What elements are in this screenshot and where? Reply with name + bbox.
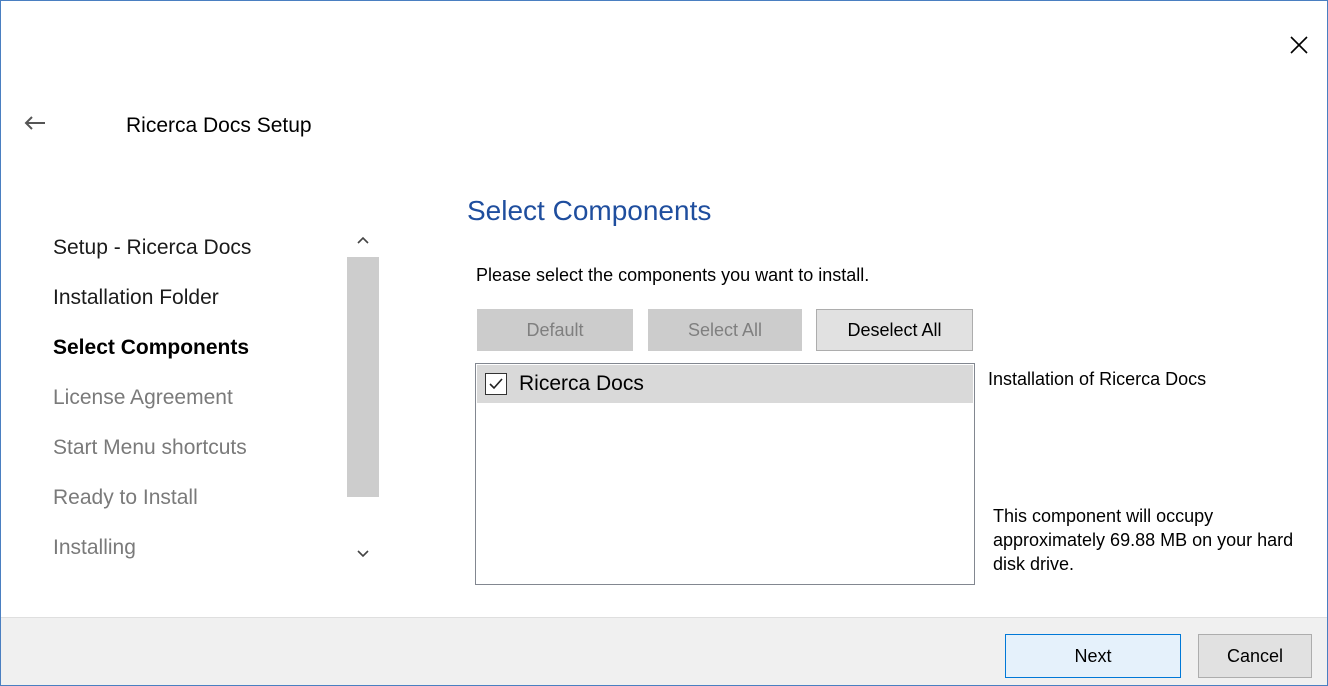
- chevron-up-icon: [357, 236, 369, 244]
- page-heading: Select Components: [467, 195, 712, 226]
- deselect-all-button[interactable]: Deselect All: [816, 309, 973, 351]
- component-size-info: This component will occupy approximately…: [993, 506, 1294, 574]
- back-arrow-icon: [24, 116, 45, 130]
- footer-bar: Next Cancel: [1, 617, 1327, 685]
- chevron-down-icon: [357, 550, 369, 558]
- step-installing: Installing: [53, 536, 136, 559]
- list-item[interactable]: Ricerca Docs: [477, 365, 973, 403]
- close-icon: [1290, 36, 1308, 54]
- select-all-button[interactable]: Select All: [648, 309, 802, 351]
- default-button[interactable]: Default: [477, 309, 633, 351]
- setup-window: Ricerca Docs Setup Setup - Ricerca Docs …: [0, 0, 1328, 686]
- wizard-steps: Setup - Ricerca Docs Installation Folder…: [53, 229, 343, 579]
- component-description: Installation of Ricerca Docs: [988, 369, 1207, 389]
- window-title: Ricerca Docs Setup: [126, 114, 312, 137]
- next-button[interactable]: Next: [1005, 634, 1181, 678]
- scroll-up-button[interactable]: [347, 223, 379, 257]
- scroll-down-button[interactable]: [347, 537, 379, 571]
- instruction-text: Please select the components you want to…: [476, 265, 870, 285]
- checkmark-icon: [489, 378, 503, 390]
- step-start-menu-shortcuts: Start Menu shortcuts: [53, 436, 247, 459]
- component-label: Ricerca Docs: [519, 372, 644, 395]
- back-button[interactable]: [21, 111, 49, 135]
- step-setup: Setup - Ricerca Docs: [53, 236, 252, 259]
- component-checkbox[interactable]: [485, 373, 507, 395]
- component-list[interactable]: Ricerca Docs: [475, 363, 975, 585]
- step-select-components: Select Components: [53, 336, 250, 359]
- step-installation-folder: Installation Folder: [53, 286, 219, 309]
- step-ready-to-install: Ready to Install: [53, 486, 198, 509]
- sidebar-scrollbar[interactable]: [347, 223, 379, 571]
- step-license-agreement: License Agreement: [53, 386, 233, 409]
- scroll-thumb[interactable]: [347, 257, 379, 497]
- cancel-button[interactable]: Cancel: [1198, 634, 1312, 678]
- close-button[interactable]: [1285, 31, 1313, 59]
